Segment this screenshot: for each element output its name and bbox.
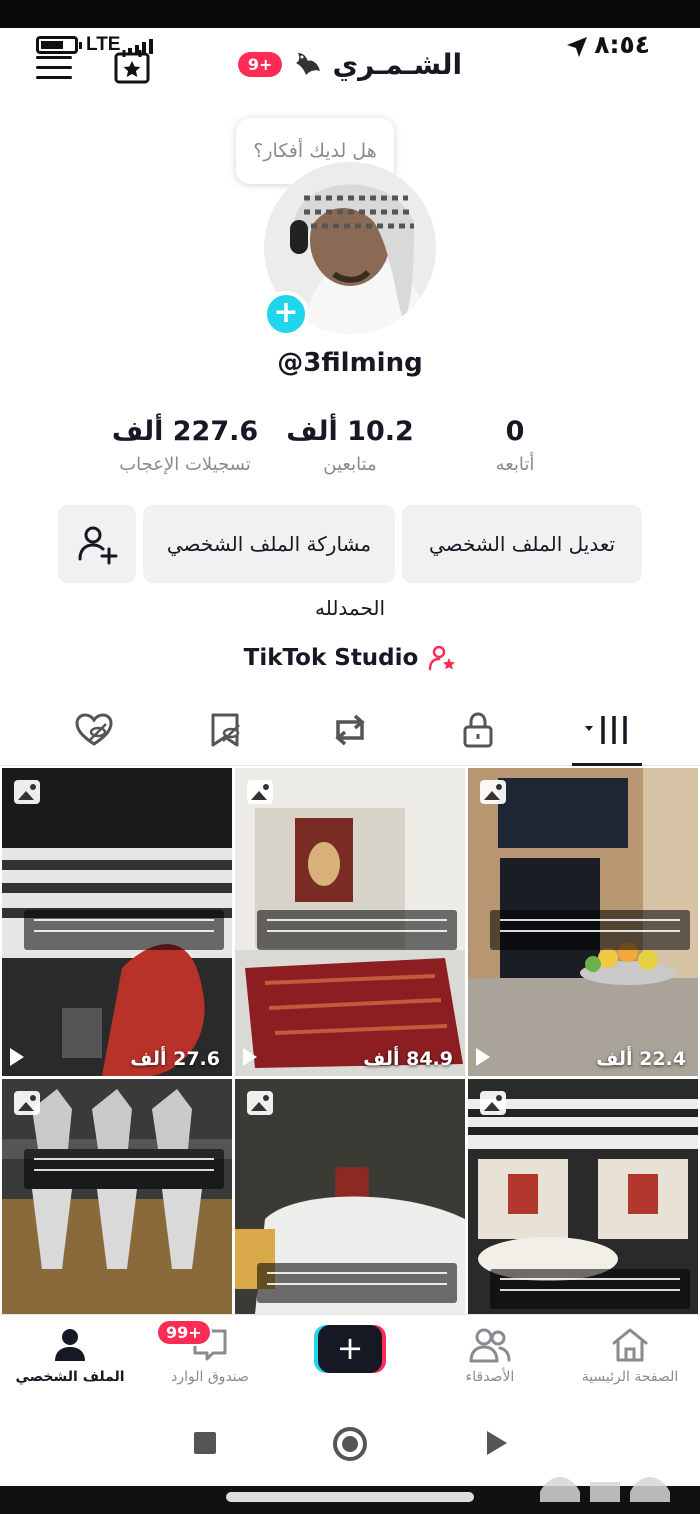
play-count-icon (476, 1048, 490, 1066)
home-icon (612, 1328, 648, 1362)
following-label: أتابعه (495, 454, 535, 475)
home-gesture-pill[interactable] (226, 1492, 474, 1502)
tiktok-studio-label: TikTok Studio (243, 645, 419, 671)
photo-post-icon (480, 1091, 506, 1115)
profile-header-title[interactable]: 9+ الشـمـري (0, 42, 700, 86)
likes-label: تسجيلات الإعجاب (119, 454, 251, 475)
nav-friends-label: الأصدقاء (465, 1369, 515, 1385)
photo-post-icon (14, 780, 40, 804)
tab-videos[interactable] (578, 708, 638, 752)
share-profile-label: مشاركة الملف الشخصي (166, 532, 372, 556)
plus-icon: + (318, 1325, 382, 1373)
profile-bio: الحمدلله (314, 596, 386, 620)
video-caption-overlay (490, 910, 690, 950)
video-views: 22.4 ألف (596, 1048, 686, 1070)
friends-icon (469, 1328, 511, 1363)
play-count-icon (10, 1048, 24, 1066)
active-tab-indicator (572, 763, 642, 766)
video-thumbnail[interactable]: 22.4 ألف (468, 768, 698, 1076)
nav-home[interactable]: الصفحة الرئيسية (560, 1315, 700, 1403)
add-avatar-button[interactable]: + (263, 291, 309, 337)
photo-post-icon (247, 1091, 273, 1115)
lock-icon (463, 712, 493, 748)
photo-post-icon (14, 1091, 40, 1115)
back-triangle-icon[interactable] (487, 1431, 507, 1455)
add-user-icon (78, 526, 118, 565)
video-views: 84.9 ألف (363, 1048, 453, 1070)
video-caption-overlay (257, 1263, 457, 1303)
username: @3filming (277, 348, 423, 378)
video-caption-overlay (24, 1149, 224, 1189)
video-thumbnail[interactable]: 84.9 ألف (235, 768, 465, 1076)
profile-display-name: الشـمـري (332, 47, 463, 81)
likes-count: 227.6 ألف (111, 416, 259, 447)
video-caption-overlay (490, 1269, 690, 1309)
nav-home-label: الصفحة الرئيسية (581, 1369, 679, 1385)
followers-label: متابعين (323, 454, 377, 475)
top-status-strip (0, 0, 700, 28)
video-thumbnail[interactable]: 27.6 ألف (2, 768, 232, 1076)
video-caption-overlay (24, 910, 224, 950)
tab-favorites[interactable] (196, 708, 256, 752)
add-friend-button[interactable] (58, 505, 136, 583)
video-thumbnail[interactable] (235, 1079, 465, 1314)
bookmark-hidden-icon (211, 713, 240, 747)
tiktok-studio-link[interactable]: TikTok Studio (0, 644, 700, 672)
nav-friends[interactable]: الأصدقاء (420, 1315, 560, 1403)
bottom-navigation: الملف الشخصي صندوق الوارد 99+ + الأصدقاء… (0, 1314, 700, 1402)
nav-inbox-label: صندوق الوارد (171, 1369, 249, 1385)
stat-following[interactable]: 0 أتابعه (420, 414, 610, 475)
tab-liked[interactable] (64, 708, 124, 752)
edit-profile-button[interactable]: تعديل الملف الشخصي (402, 505, 642, 583)
inbox-badge: 99+ (156, 1319, 212, 1346)
videos-grid-icon (585, 716, 627, 744)
video-caption-overlay (257, 910, 457, 950)
ideas-bubble-text: هل لديك أفكار؟ (253, 140, 377, 162)
nav-profile[interactable]: الملف الشخصي (0, 1315, 140, 1403)
play-count-icon (243, 1048, 257, 1066)
followers-count: 10.2 ألف (286, 416, 414, 447)
recents-square-icon[interactable] (194, 1432, 216, 1454)
photo-post-icon (247, 780, 273, 804)
tab-private[interactable] (448, 708, 508, 752)
profile-person-icon (55, 1329, 85, 1361)
nav-profile-label: الملف الشخصي (15, 1369, 125, 1385)
videos-grid: 27.6 ألف 84.9 ألف 22.4 ألف (2, 768, 698, 1314)
liked-heart-hidden-icon (75, 713, 113, 746)
video-thumbnail[interactable] (468, 1079, 698, 1314)
following-count: 0 (505, 416, 525, 447)
create-post-button[interactable]: + (314, 1325, 386, 1373)
video-thumbnail[interactable] (2, 1079, 232, 1314)
edit-profile-label: تعديل الملف الشخصي (428, 532, 616, 556)
stat-followers[interactable]: 10.2 ألف متابعين (255, 414, 445, 475)
photo-post-icon (480, 780, 506, 804)
video-views: 27.6 ألف (130, 1048, 220, 1070)
stat-likes: 227.6 ألف تسجيلات الإعجاب (90, 414, 280, 475)
profile-tabs (0, 700, 700, 766)
notification-badge: 9+ (237, 51, 283, 77)
falcon-emoji-icon (296, 53, 321, 75)
share-profile-button[interactable]: مشاركة الملف الشخصي (143, 505, 395, 583)
home-circle-icon[interactable] (333, 1427, 367, 1461)
studio-user-star-icon (429, 645, 456, 671)
repost-icon (335, 714, 365, 746)
haraj-watermark-logo (540, 1477, 670, 1502)
tab-reposts[interactable] (320, 708, 380, 752)
